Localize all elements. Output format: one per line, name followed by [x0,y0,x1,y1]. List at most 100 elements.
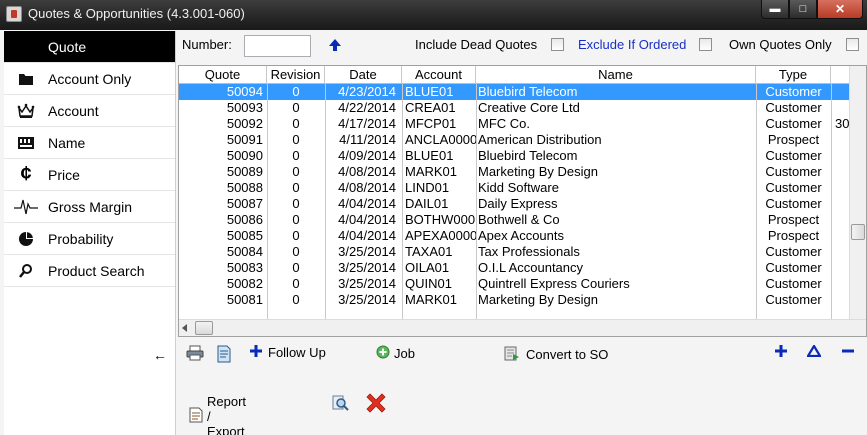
cell-quote: 50094 [226,84,263,99]
cell-date: 4/23/2014 [338,84,396,99]
cell-quote: 50091 [226,132,263,147]
cell-type: Prospect [767,132,820,147]
table-row[interactable]: 50085 0 4/04/2014 APEXA0000 Apex Accounts Pro… [179,228,866,244]
vertical-scrollbar-thumb[interactable] [851,224,865,240]
table-row[interactable]: 50092 0 4/17/2014 MFCP01 MFC Co. Customer 30 [179,116,866,132]
table-row[interactable]: 50086 0 4/04/2014 BOTHW000 Bothwell & Co Pros… [179,212,866,228]
cell-revision: 0 [292,84,300,99]
horizontal-scrollbar[interactable] [179,319,866,336]
number-input[interactable] [244,35,311,57]
sort-up-arrow-icon[interactable] [328,38,342,55]
add-job-icon [376,345,390,362]
sidebar-item-product-search[interactable]: Product Search [4,255,175,287]
move-up-button[interactable] [806,343,822,360]
print-button[interactable] [186,345,204,364]
cell-quote: 50083 [226,260,263,275]
add-row-button[interactable] [775,345,787,360]
cell-quote: 50089 [226,164,263,179]
table-row[interactable]: 50091 0 4/11/2014 ANCLA0000 American Distrib… [179,132,866,148]
table-row[interactable]: 50093 0 4/22/2014 CREA01 Creative Core Ltd Cu… [179,100,866,116]
remove-row-button[interactable] [842,345,854,360]
own-quotes-only-checkbox[interactable] [846,38,859,51]
sidebar-item-account[interactable]: Account [4,95,175,127]
table-row[interactable]: 50084 0 3/25/2014 TAXA01 Tax Professionals Cu… [179,244,866,260]
follow-up-button[interactable]: Follow Up [250,345,326,360]
keyboard-icon [4,136,48,150]
cent-icon: ¢ [20,163,32,185]
cell-type: Customer [765,84,822,99]
sidebar-item-label: Gross Margin [48,198,133,215]
table-row[interactable]: 50087 0 4/04/2014 DAIL01 Daily Express Custom… [179,196,866,212]
vertical-scrollbar[interactable] [849,66,866,320]
table-row[interactable]: 50082 0 3/25/2014 QUIN01 Quintrell Express C… [179,276,866,292]
cell-type: Customer [765,180,822,195]
cell-account: ANCLA0000 [405,132,476,147]
cell-date: 4/04/2014 [338,212,396,227]
sidebar-item-quote[interactable]: Quote [4,31,175,63]
sidebar-item-gross-margin[interactable]: Gross Margin [4,191,175,223]
plus-icon [775,345,787,360]
quotes-grid[interactable]: Quote Revision Date Account Name Type 50… [178,65,867,337]
cell-type: Customer [765,292,822,307]
sidebar-item-account-only[interactable]: Account Only [4,63,175,95]
job-button[interactable]: Job [376,345,415,362]
table-row[interactable]: 50094 0 4/23/2014 BLUE01 Bluebird Telecom Cus… [179,84,866,100]
report-export-label: Report / Export [207,394,247,435]
cell-date: 4/09/2014 [338,148,396,163]
close-window-button[interactable]: ✕ [817,0,863,19]
maximize-button[interactable]: □ [789,0,817,19]
printer-icon [186,345,204,364]
cell-revision: 0 [292,212,300,227]
cell-quote: 50086 [226,212,263,227]
cell-revision: 0 [292,116,300,131]
close-icon: ✕ [834,2,846,16]
table-row[interactable]: 50088 0 4/08/2014 LIND01 Kidd Software Custom… [179,180,866,196]
plus-icon [250,345,262,360]
include-dead-quotes-checkbox[interactable] [551,38,564,51]
cell-name: Kidd Software [478,180,559,195]
cell-revision: 0 [292,132,300,147]
sidebar-item-name[interactable]: Name [4,127,175,159]
cell-name: Marketing By Design [478,292,598,307]
pie-icon [4,231,48,247]
cell-quote: 50085 [226,228,263,243]
table-row[interactable]: 50089 0 4/08/2014 MARK01 Marketing By Design… [179,164,866,180]
column-header-date[interactable]: Date [325,66,402,84]
collapse-sidebar-arrow-icon[interactable]: ← [153,347,167,363]
cell-quote: 50082 [226,276,263,291]
column-header-type[interactable]: Type [756,66,831,84]
cancel-button[interactable] [363,390,389,419]
column-header-revision[interactable]: Revision [267,66,325,84]
cell-name: Tax Professionals [478,244,580,259]
column-header-account[interactable]: Account [402,66,476,84]
cell-name: MFC Co. [478,116,530,131]
cell-account: TAXA01 [405,244,453,259]
cell-revision: 0 [292,244,300,259]
table-row[interactable]: 50081 0 3/25/2014 MARK01 Marketing By Design… [179,292,866,308]
column-header-name[interactable]: Name [476,66,756,84]
table-row[interactable]: 50083 0 3/25/2014 OILA01 O.I.L Accountancy Cu… [179,260,866,276]
sidebar-item-price[interactable]: ¢ Price [4,159,175,191]
horizontal-scrollbar-thumb[interactable] [195,321,213,335]
cell-date: 4/11/2014 [339,132,396,147]
column-header-quote[interactable]: Quote [179,66,267,84]
document-button[interactable] [216,345,232,366]
minimize-button[interactable]: ▬ [761,0,789,19]
table-row[interactable]: 50090 0 4/09/2014 BLUE01 Bluebird Telecom Cus… [179,148,866,164]
cell-name: O.I.L Accountancy [478,260,584,275]
cell-name: American Distribution [478,132,602,147]
cell-type: Customer [765,100,822,115]
action-toolbar: Follow Up Job Convert to SO [178,339,867,369]
cell-type: Customer [765,196,822,211]
cell-name: Bluebird Telecom [478,84,578,99]
folder-icon [4,72,48,86]
sidebar-item-label: Probability [48,230,114,247]
convert-to-so-button[interactable]: Convert to SO [504,345,608,364]
cell-revision: 0 [292,260,300,275]
preview-search-button[interactable] [331,394,349,415]
window-title: Quotes & Opportunities (4.3.001-060) [28,6,245,21]
scroll-left-arrow-icon[interactable] [182,324,187,332]
sidebar-item-probability[interactable]: Probability [4,223,175,255]
exclude-if-ordered-checkbox[interactable] [699,38,712,51]
report-export-button[interactable]: Report / Export [189,394,246,435]
